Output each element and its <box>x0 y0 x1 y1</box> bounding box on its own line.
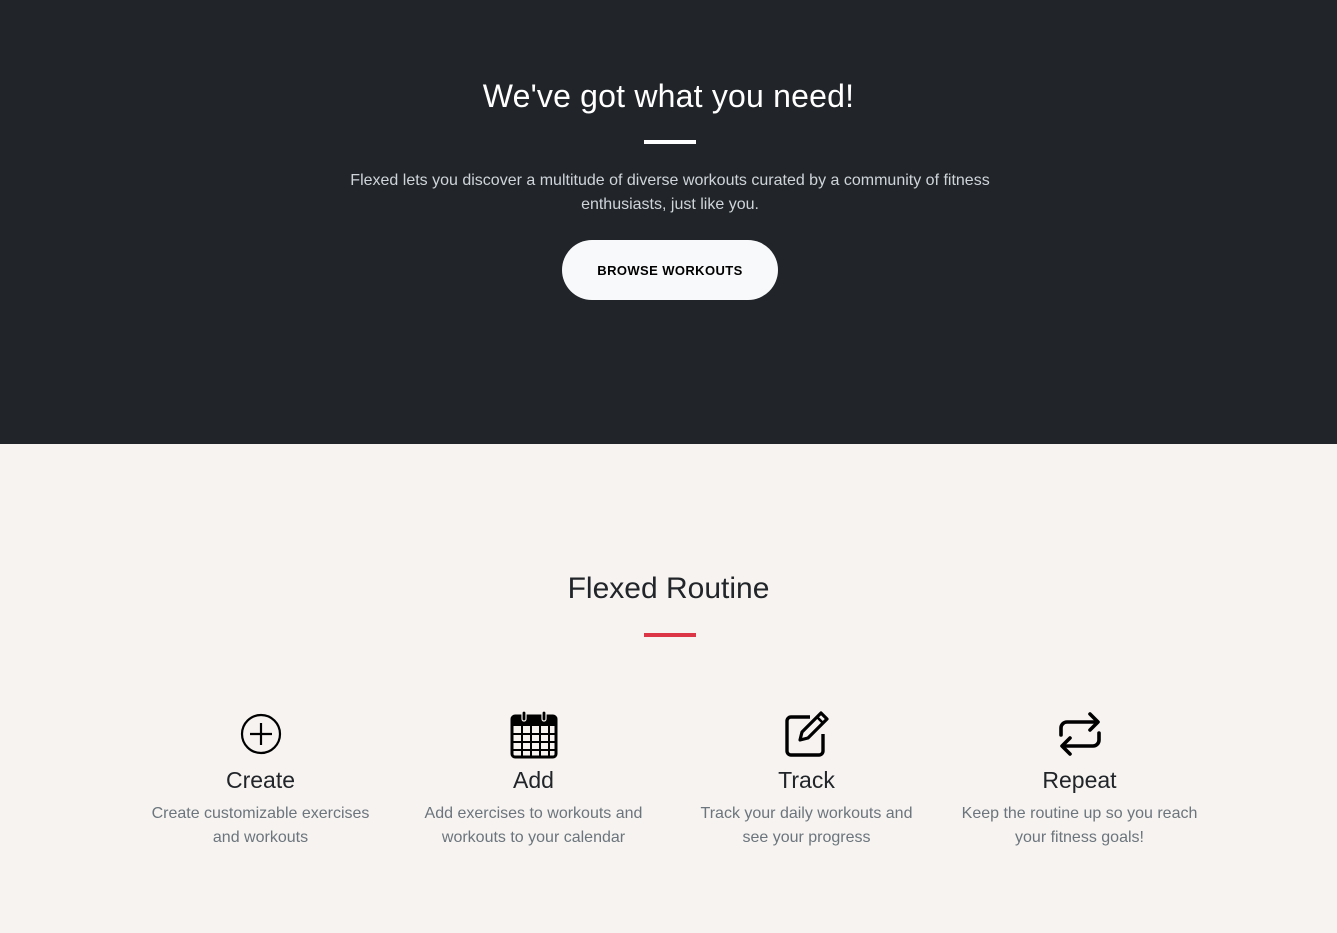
routine-title: Flexed Routine <box>567 572 770 605</box>
feature-repeat: Repeat Keep the routine up so you reach … <box>943 708 1216 850</box>
feature-track: Track Track your daily workouts and see … <box>670 708 943 850</box>
feature-create: Create Create customizable exercises and… <box>124 708 397 850</box>
plus-circle-icon <box>236 708 286 760</box>
feature-text: Create customizable exercises and workou… <box>151 805 370 846</box>
calendar-icon <box>509 708 559 760</box>
feature-title: Track <box>778 767 835 793</box>
feature-add: Add Add exercises to workouts and workou… <box>397 708 670 850</box>
hero-title: We've got what you need! <box>482 78 855 114</box>
feature-title: Repeat <box>1042 767 1117 793</box>
hero-divider <box>644 140 696 144</box>
routine-section: Flexed Routine Create Create customizabl… <box>0 444 1337 933</box>
feature-title: Create <box>225 767 296 793</box>
edit-icon <box>782 708 832 760</box>
feature-text: Track your daily workouts and see your p… <box>700 805 913 846</box>
hero-description: Flexed lets you discover a multitude of … <box>350 172 990 213</box>
feature-text: Keep the routine up so you reach your fi… <box>961 805 1198 846</box>
feature-title: Add <box>513 767 554 793</box>
routine-divider <box>644 633 696 637</box>
feature-text: Add exercises to workouts and workouts t… <box>424 805 643 846</box>
browse-workouts-button[interactable]: BROWSE WORKOUTS <box>562 240 778 300</box>
hero-section: We've got what you need! Flexed lets you… <box>0 0 1337 444</box>
repeat-icon <box>1055 708 1105 760</box>
